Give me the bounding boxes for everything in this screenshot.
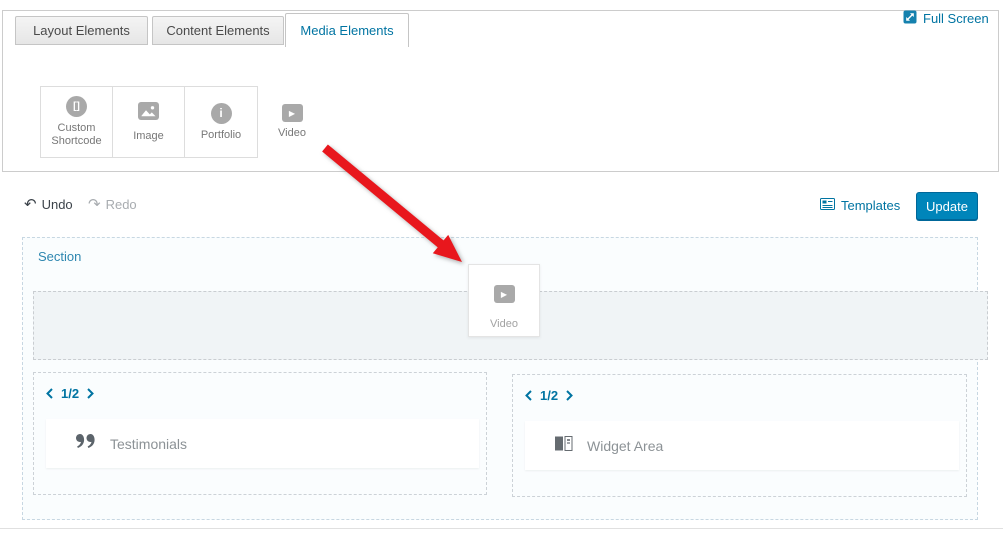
palette-item-label: Portfolio (201, 129, 241, 142)
element-label: Testimonials (110, 436, 187, 452)
tab-label: Layout Elements (33, 23, 130, 38)
palette-item-label: Custom Shortcode (45, 122, 109, 148)
element-label: Widget Area (587, 438, 663, 454)
tab-layout-elements[interactable]: Layout Elements (15, 16, 148, 45)
tab-content-elements[interactable]: Content Elements (152, 16, 284, 45)
palette-item-label: Video (278, 127, 306, 140)
column-one-half-left[interactable]: 1/2 Testimonials (33, 372, 487, 495)
info-circle-icon: i (211, 103, 232, 124)
testimonials-element[interactable]: Testimonials (46, 419, 479, 468)
templates-label: Templates (841, 198, 900, 213)
undo-label: Undo (42, 197, 73, 212)
chevron-left-icon[interactable] (46, 388, 53, 399)
chevron-right-icon[interactable] (87, 388, 94, 399)
palette-item-label: Image (133, 130, 164, 143)
widget-area-element[interactable]: Widget Area (525, 421, 959, 470)
tab-label: Content Elements (166, 23, 269, 38)
quote-icon (76, 434, 96, 453)
section-label: Section (38, 249, 81, 264)
palette-item-video[interactable]: ▶ Video (256, 86, 328, 158)
image-icon (138, 102, 159, 125)
column-size-control: 1/2 (525, 388, 573, 403)
column-size-label: 1/2 (540, 388, 558, 403)
palette-item-custom-shortcode[interactable]: [] Custom Shortcode (41, 87, 113, 157)
widget-icon (555, 436, 573, 456)
tab-label: Media Elements (300, 23, 393, 38)
column-size-label: 1/2 (61, 386, 79, 401)
shortcode-brackets-icon: [] (66, 96, 87, 117)
chevron-right-icon[interactable] (566, 390, 573, 401)
full-screen-label: Full Screen (923, 11, 989, 26)
column-one-half-right[interactable]: 1/2 Widget Area (512, 374, 967, 497)
palette-item-image[interactable]: Image (113, 87, 185, 157)
redo-button[interactable]: ↷ Redo (88, 197, 137, 212)
tab-media-elements[interactable]: Media Elements (285, 13, 409, 47)
update-button[interactable]: Update (916, 192, 978, 220)
undo-arrow-icon: ↶ (24, 198, 37, 211)
column-size-control: 1/2 (46, 386, 94, 401)
templates-icon (820, 198, 835, 213)
expand-icon (903, 10, 917, 27)
builder-bottom-edge (0, 528, 1003, 529)
layout-builder: [] Custom Shortcode Image i Portfolio ▶ … (0, 0, 1003, 535)
palette-group: [] Custom Shortcode Image i Portfolio (40, 86, 258, 158)
templates-button[interactable]: Templates (820, 198, 900, 213)
dragged-element-label: Video (490, 318, 518, 331)
redo-arrow-icon: ↷ (88, 198, 101, 211)
play-icon: ▶ (282, 104, 303, 122)
redo-label: Redo (106, 197, 137, 212)
undo-button[interactable]: ↶ Undo (24, 197, 73, 212)
chevron-left-icon[interactable] (525, 390, 532, 401)
full-screen-button[interactable]: Full Screen (903, 10, 989, 27)
play-icon: ▶ (494, 285, 515, 303)
palette-item-portfolio[interactable]: i Portfolio (185, 87, 257, 157)
dragged-video-element[interactable]: ▶ Video (468, 264, 540, 337)
